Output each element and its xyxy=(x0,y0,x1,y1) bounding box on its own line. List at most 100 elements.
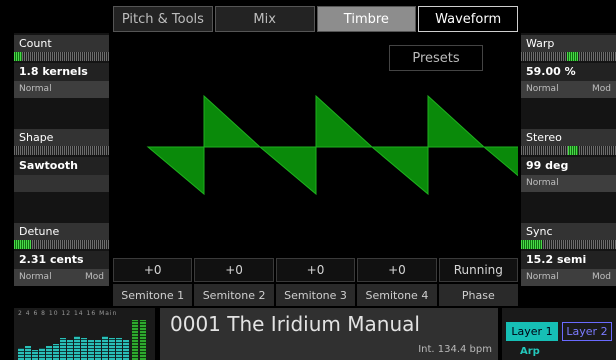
param-mod: Mod xyxy=(85,272,104,282)
param-mode-row xyxy=(14,175,109,192)
param-title: Count xyxy=(14,35,109,52)
param-sync[interactable]: Sync 15.2 semi Normal Mod xyxy=(521,223,616,286)
slot-semitone-2[interactable]: +0 Semitone 2 xyxy=(194,258,274,306)
vu-channel-bar xyxy=(53,344,59,360)
param-title: Shape xyxy=(14,129,109,146)
wave-segment-low xyxy=(370,146,429,196)
param-warp[interactable]: Warp 59.00 % Normal Mod xyxy=(521,35,616,98)
layer-selector: Layer 1 Layer 2 Arp xyxy=(502,308,616,360)
left-parameter-column: Count 1.8 kernels Normal Shape Sawtooth … xyxy=(14,33,109,286)
param-title: Stereo xyxy=(521,129,616,146)
wave-segment-low xyxy=(146,146,205,196)
patch-display[interactable]: 0001 The Iridium Manual Int. 134.4 bpm xyxy=(160,308,498,360)
param-meter[interactable] xyxy=(14,52,109,61)
vu-channel-bar xyxy=(109,338,115,360)
param-meter[interactable] xyxy=(14,240,109,249)
slot-semitone-3[interactable]: +0 Semitone 3 xyxy=(275,258,356,306)
patch-name: 0001 The Iridium Manual xyxy=(170,312,420,336)
vu-channel-bar xyxy=(81,338,87,360)
wave-segment-low xyxy=(482,146,541,196)
slot-value[interactable]: +0 xyxy=(275,258,356,282)
vu-channel-bar xyxy=(74,336,80,360)
tab-timbre[interactable]: Timbre xyxy=(316,6,417,32)
param-mode: Normal xyxy=(526,272,559,282)
param-mod: Mod xyxy=(592,84,611,94)
vu-channel-bar xyxy=(123,340,129,360)
param-mode: Normal xyxy=(526,178,559,188)
slot-label: Phase xyxy=(438,284,519,306)
param-value: 2.31 cents xyxy=(14,251,109,269)
slot-controls: +0 Semitone 1 +0 Semitone 2 +0 Semitone … xyxy=(113,258,519,306)
param-meter[interactable] xyxy=(521,52,616,61)
param-count[interactable]: Count 1.8 kernels Normal xyxy=(14,35,109,98)
param-mod: Mod xyxy=(592,272,611,282)
vu-channel-bar xyxy=(95,340,101,360)
sawtooth-waveform xyxy=(146,94,598,196)
slot-value[interactable]: Running xyxy=(438,258,519,282)
wave-segment-low xyxy=(258,146,317,196)
vu-channel-bar xyxy=(46,346,52,360)
meter-fill xyxy=(521,240,542,249)
param-mode-row[interactable]: Normal Mod xyxy=(521,81,616,98)
wave-segment-high xyxy=(203,94,262,148)
arp-label[interactable]: Arp xyxy=(520,346,540,357)
tempo-readout: Int. 134.4 bpm xyxy=(418,344,492,355)
param-meter[interactable] xyxy=(521,146,616,155)
param-title: Warp xyxy=(521,35,616,52)
vu-channel-bar xyxy=(67,340,73,360)
slot-label: Semitone 2 xyxy=(194,284,274,306)
param-meter[interactable] xyxy=(521,240,616,249)
slot-semitone-1[interactable]: +0 Semitone 1 xyxy=(113,258,193,306)
param-value: 15.2 semi xyxy=(521,251,616,269)
param-detune[interactable]: Detune 2.31 cents Normal Mod xyxy=(14,223,109,286)
tab-pitch-tools[interactable]: Pitch & Tools xyxy=(113,6,213,32)
vu-channel-bar xyxy=(18,348,24,360)
param-value: 59.00 % xyxy=(521,63,616,81)
param-value: 1.8 kernels xyxy=(14,63,109,81)
param-shape[interactable]: Shape Sawtooth xyxy=(14,129,109,192)
meter-fill xyxy=(567,52,578,61)
param-value: Sawtooth xyxy=(14,157,109,175)
param-mode-row[interactable]: Normal Mod xyxy=(521,269,616,286)
param-value: 99 deg xyxy=(521,157,616,175)
param-mode-row[interactable]: Normal xyxy=(521,175,616,192)
param-mode-row[interactable]: Normal Mod xyxy=(14,269,109,286)
layer-2-button[interactable]: Layer 2 xyxy=(562,322,612,341)
page-tabs: Pitch & Tools Mix Timbre Waveform xyxy=(113,6,518,32)
wave-segment-high xyxy=(315,94,374,148)
param-title: Sync xyxy=(521,223,616,240)
wave-segment-high xyxy=(427,94,486,148)
vu-main-right xyxy=(140,320,146,360)
param-stereo[interactable]: Stereo 99 deg Normal xyxy=(521,129,616,192)
vu-channel-bar xyxy=(39,348,45,360)
tab-waveform[interactable]: Waveform xyxy=(418,6,518,32)
meter-fill xyxy=(568,146,578,155)
slot-phase[interactable]: Running Phase xyxy=(438,258,519,306)
meter-fill xyxy=(14,52,22,61)
vu-channel-bar xyxy=(116,338,122,360)
param-mode-row[interactable]: Normal xyxy=(14,81,109,98)
slot-label: Semitone 4 xyxy=(357,284,437,306)
slot-label: Semitone 3 xyxy=(275,284,356,306)
vu-scale: 2 4 6 8 10 12 14 16 Main xyxy=(18,310,118,317)
vu-channel-bar xyxy=(102,336,108,360)
slot-semitone-4[interactable]: +0 Semitone 4 xyxy=(357,258,437,306)
vu-channel-bar xyxy=(25,346,31,360)
slot-label: Semitone 1 xyxy=(113,284,193,306)
slot-value[interactable]: +0 xyxy=(194,258,274,282)
vu-main-left xyxy=(132,320,138,360)
param-title: Detune xyxy=(14,223,109,240)
tab-mix[interactable]: Mix xyxy=(214,6,315,32)
presets-button[interactable]: Presets xyxy=(389,45,483,71)
param-mode: Normal xyxy=(19,272,52,282)
slot-value[interactable]: +0 xyxy=(113,258,193,282)
vu-channel-bar xyxy=(60,338,66,360)
param-mode: Normal xyxy=(526,84,559,94)
param-meter[interactable] xyxy=(14,146,109,155)
meter-fill xyxy=(14,240,31,249)
layer-1-button[interactable]: Layer 1 xyxy=(506,322,558,341)
vu-meter: 2 4 6 8 10 12 14 16 Main xyxy=(14,308,155,360)
slot-value[interactable]: +0 xyxy=(357,258,437,282)
param-mode: Normal xyxy=(19,84,52,94)
vu-channel-bar xyxy=(88,340,94,360)
